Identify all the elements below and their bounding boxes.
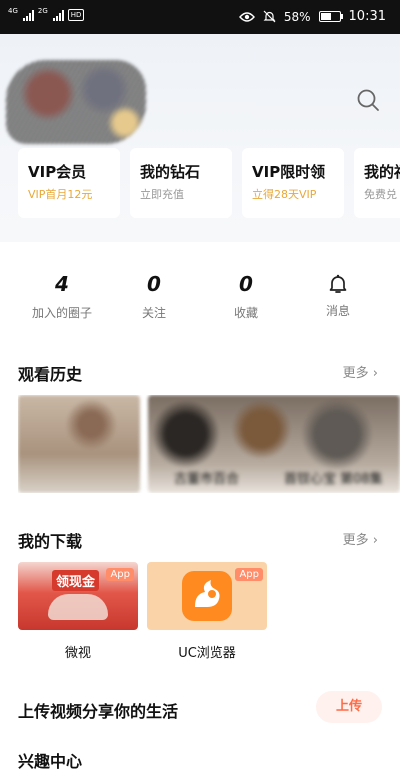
downloads-title: 我的下载 <box>18 532 83 551</box>
weishi-envelope-icon <box>48 594 108 620</box>
download-item-uc-browser[interactable]: App UC浏览器 <box>147 562 267 661</box>
vip-card-welfare[interactable]: 我的福 免费兑 <box>354 148 400 218</box>
hd-badge: HD <box>67 9 85 21</box>
downloads-more-link[interactable]: 更多 › <box>343 529 378 548</box>
download-item-label: UC浏览器 <box>178 646 236 661</box>
vip-card-title: 我的钻石 <box>140 163 201 181</box>
history-item-caption: 首钗心宝 第08集 <box>284 472 383 487</box>
signal-2-label: 2G <box>37 7 48 15</box>
vip-card-subtitle: VIP首月12元 <box>28 188 93 201</box>
app-badge: App <box>235 568 263 581</box>
stat-following[interactable]: 0 关注 <box>109 270 199 321</box>
signal-2-icon <box>52 9 64 21</box>
vip-card-diamonds[interactable]: 我的钻石 立即充值 <box>130 148 232 218</box>
download-item-weishi[interactable]: 领现金 App 微视 <box>18 562 138 661</box>
uc-browser-logo-icon <box>182 571 232 621</box>
weishi-promo-text: 领现金 <box>52 570 100 591</box>
battery-icon <box>318 11 343 22</box>
stat-label: 关注 <box>141 306 166 320</box>
eye-icon <box>238 11 255 22</box>
stat-label: 收藏 <box>233 306 258 320</box>
signal-1-label: 4G <box>8 7 18 15</box>
history-item[interactable] <box>18 395 140 493</box>
stat-value: 0 <box>147 272 161 296</box>
stat-label: 消息 <box>325 304 350 318</box>
history-list: 古董市百合 首钗心宝 第08集 <box>18 395 400 493</box>
vip-card-subtitle: 免费兑 <box>364 188 397 201</box>
stat-circles[interactable]: 4 加入的圈子 <box>17 270 107 321</box>
clock: 10:31 <box>348 9 386 24</box>
vip-card-limited[interactable]: VIP限时领 立得28天VIP <box>242 148 344 218</box>
history-item[interactable]: 古董市百合 首钗心宝 第08集 <box>148 395 400 493</box>
stat-value: 4 <box>55 272 69 296</box>
search-icon[interactable] <box>356 88 380 112</box>
vip-card-title: VIP会员 <box>28 163 87 181</box>
history-more-link[interactable]: 更多 › <box>343 362 378 381</box>
bell-icon <box>329 274 347 293</box>
history-title: 观看历史 <box>18 365 83 384</box>
vip-card-title: VIP限时领 <box>252 163 326 181</box>
upload-prompt: 上传视频分享你的生活 <box>18 702 179 721</box>
stat-value: 0 <box>239 272 253 296</box>
vip-card-subtitle: 立得28天VIP <box>252 188 317 201</box>
uc-thumbnail: App <box>147 562 267 630</box>
avatar[interactable] <box>6 60 146 144</box>
download-item-label: 微视 <box>64 646 91 661</box>
weishi-thumbnail: 领现金 App <box>18 562 138 630</box>
vip-card-title: 我的福 <box>364 163 400 181</box>
history-item-caption: 古董市百合 <box>174 472 240 487</box>
signal-1-icon <box>22 9 34 21</box>
upload-button[interactable]: 上传 <box>316 691 382 723</box>
mute-bell-icon <box>263 10 276 23</box>
status-bar: 4G 2G HD 58% 10:31 <box>0 0 400 34</box>
stat-favorites[interactable]: 0 收藏 <box>201 270 291 321</box>
vip-card-subtitle: 立即充值 <box>140 188 184 201</box>
app-badge: App <box>106 568 134 581</box>
stat-messages[interactable]: 消息 <box>293 270 383 319</box>
vip-card-membership[interactable]: VIP会员 VIP首月12元 <box>18 148 120 218</box>
stat-label: 加入的圈子 <box>31 306 92 320</box>
interest-center-title: 兴趣中心 <box>18 752 83 771</box>
stats-row: 4 加入的圈子 0 关注 0 收藏 消息 <box>0 270 400 330</box>
battery-percent: 58% <box>283 9 311 24</box>
vip-card-row: VIP会员 VIP首月12元 我的钻石 立即充值 VIP限时领 立得28天VIP… <box>18 148 400 218</box>
